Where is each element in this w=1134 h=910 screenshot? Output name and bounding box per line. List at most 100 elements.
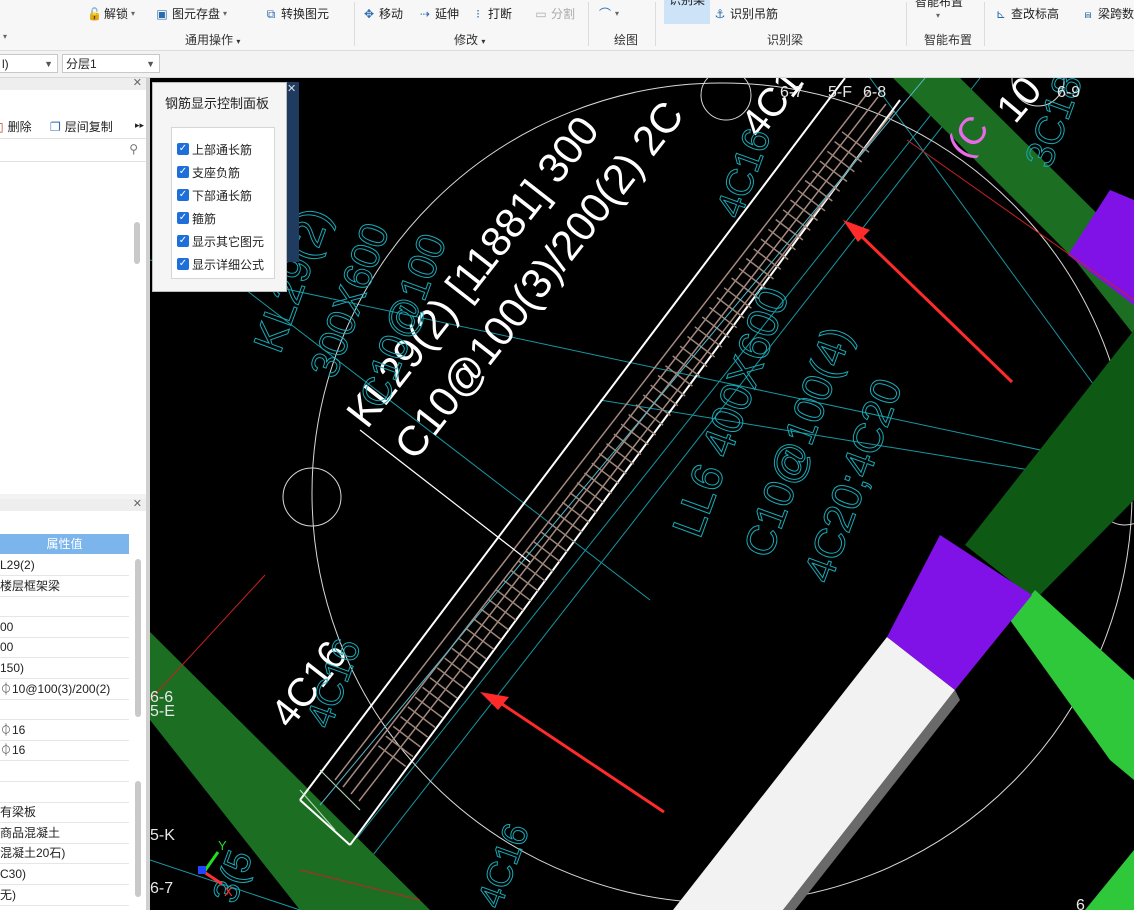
chevron-down-icon: ▾ [223,9,228,18]
chevron-down-icon: ▾ [131,9,136,18]
property-value: L29(2) [0,558,35,572]
property-row[interactable]: L29(2) [0,555,129,576]
cad-bottom-fragment: 4C16 [469,818,537,910]
split-button[interactable]: ▭ 分割 [534,5,575,23]
property-row[interactable]: 楼层框架梁 [0,576,129,597]
property-row[interactable] [0,699,129,721]
property-row[interactable]: 无) [0,885,129,906]
checkbox-icon[interactable]: ✓ [177,258,189,270]
close-icon[interactable]: ✕ [133,497,142,510]
rebar-option-label: 显示详细公式 [192,257,265,272]
close-icon[interactable]: ✕ [287,82,296,95]
elevation-icon: ⊾ [995,7,1007,21]
checkbox-icon[interactable]: ✓ [177,166,189,178]
group-draw: 绘图 [614,33,639,47]
group-smart-layout: 智能布置 [924,33,973,47]
property-row[interactable]: 00 [0,637,129,659]
property-row[interactable] [0,761,129,782]
property-row[interactable]: ⏀16 [0,720,129,741]
scrollbar-thumb[interactable] [135,781,141,897]
rebar-option-checkbox[interactable]: ✓ 显示详细公式 [177,255,264,273]
chevron-down-icon: ▾ [936,11,941,20]
property-row[interactable]: 商品混凝土 [0,823,129,844]
scrollbar-thumb[interactable] [134,222,140,264]
property-row[interactable]: ⏀16 [0,740,129,762]
stirrup [819,160,848,183]
break-button[interactable]: ⁝ 打断 [471,5,512,23]
search-icon[interactable]: ⚲ [129,142,138,156]
check-elevation-button[interactable]: ⊾ 查改标高 [994,5,1059,23]
smart-layout-button[interactable]: 智能布置 [915,0,963,11]
property-row[interactable]: 150) [0,658,129,679]
rebar-option-checkbox[interactable]: ✓ 箍筋 [177,209,216,227]
annotation-arrow [480,692,665,814]
checkbox-icon[interactable]: ✓ [177,189,189,201]
save-element-button[interactable]: ▣ 图元存盘 ▾ [155,5,227,23]
more-icon[interactable]: ▸▸ [135,120,144,131]
chevron-down-icon: ▾ [615,9,620,18]
copy-between-floors-button[interactable]: ❐ 层间复制 [50,118,113,135]
search-input[interactable]: ⚲ [0,138,146,162]
delete-button[interactable]: ▯ 删除 [0,118,32,135]
property-row[interactable]: 混凝土20石) [0,843,129,865]
cad-rebar-top: 4C16 [709,123,780,223]
group-general-ops[interactable]: 通用操作 ▾ [185,31,240,48]
property-row[interactable]: ⏀10@100(3)/200(2) [0,679,129,700]
rebar-display-panel: 钢筋显示控制面板 ✕ ✓ 上部通长筋 ✓ 支座负筋 ✓ 下部通长筋 ✓ 箍筋 ✓ 显示其它图元 ✓ 显… [152,82,296,292]
rebar-option-checkbox[interactable]: ✓ 上部通长筋 [177,140,252,158]
group-modify[interactable]: 修改 ▾ [454,31,485,48]
property-value: ⏀16 [0,722,26,737]
floor-select[interactable]: l) ▼ [0,54,58,73]
checkbox-icon[interactable]: ✓ [177,235,189,247]
component-list-panel: ✕ ▯ 删除 ❐ 层间复制 ▸▸ ⚲ [0,76,147,494]
green-beam-corner [1085,850,1134,910]
axis-label: 5-K [150,827,175,844]
layer-select[interactable]: 分层1 ▼ [62,54,160,73]
break-icon: ⁝ [476,7,480,21]
chevron-down-icon: ▾ [3,32,8,41]
stirrup [701,316,730,339]
axis-label: 5-F [828,84,852,101]
axis-label: 6-9 [1057,84,1080,101]
property-value: ⏀16 [0,743,26,758]
rebar-option-label: 显示其它图元 [192,234,265,249]
rebar-option-checkbox[interactable]: ✓ 支座负筋 [177,163,240,181]
recognize-beam-button[interactable]: 识别梁 [664,0,710,24]
move-button[interactable]: ✥ 移动 [362,5,403,23]
divider [655,2,656,46]
property-row[interactable] [0,782,129,803]
arc-icon: ⌒ [598,7,611,21]
draw-arc-button[interactable]: ⌒ ▾ [598,5,619,23]
delete-icon: ▯ [0,119,4,134]
red-guide-line [150,574,266,701]
property-row[interactable]: 00 [0,617,129,638]
divider [906,2,907,46]
rebar-option-checkbox[interactable]: ✓ 下部通长筋 [177,186,252,204]
unlock-button[interactable]: 🔓 解锁 ▾ [87,5,135,23]
extend-button[interactable]: ⇢ 延伸 [418,5,459,23]
rebar-option-checkbox[interactable]: ✓ 显示其它图元 [177,232,264,250]
split-icon: ▭ [535,7,547,21]
group-recognize-beam: 识别梁 [767,33,804,47]
stirrup [385,735,414,758]
property-row[interactable] [0,596,129,618]
checkbox-icon[interactable]: ✓ [177,143,189,155]
ribbon-toolbar: 🔓 解锁 ▾ ▣ 图元存盘 ▾ ⧉ 转换图元 ✥ 移动 ⇢ 延伸 ⁝ 打断 ▭ 分割 ⌒ ▾ 识别梁… [0,0,1134,51]
property-value: 有梁板 [0,805,37,820]
beam-icon: ⩎ [1084,7,1092,21]
property-value: 无) [0,887,16,902]
property-row[interactable]: C30) [0,864,129,885]
chevron-down-icon: ▼ [44,59,53,69]
axis-label: 5-E [150,703,175,720]
axis-label: 6-7 [150,880,173,897]
chevron-down-icon: ▾ [236,37,241,46]
recognize-hanger-button[interactable]: ⚓ 识别吊筋 [713,5,778,23]
leader-line [359,429,531,563]
close-icon[interactable]: ✕ [133,76,142,89]
scrollbar-thumb[interactable] [135,559,141,717]
stirrup [709,306,738,329]
checkbox-icon[interactable]: ✓ [177,212,189,224]
property-row[interactable]: 有梁板 [0,802,129,824]
convert-element-button[interactable]: ⧉ 转换图元 [264,5,329,23]
beam-span-button[interactable]: ⩎ 梁跨数 [1081,5,1134,23]
